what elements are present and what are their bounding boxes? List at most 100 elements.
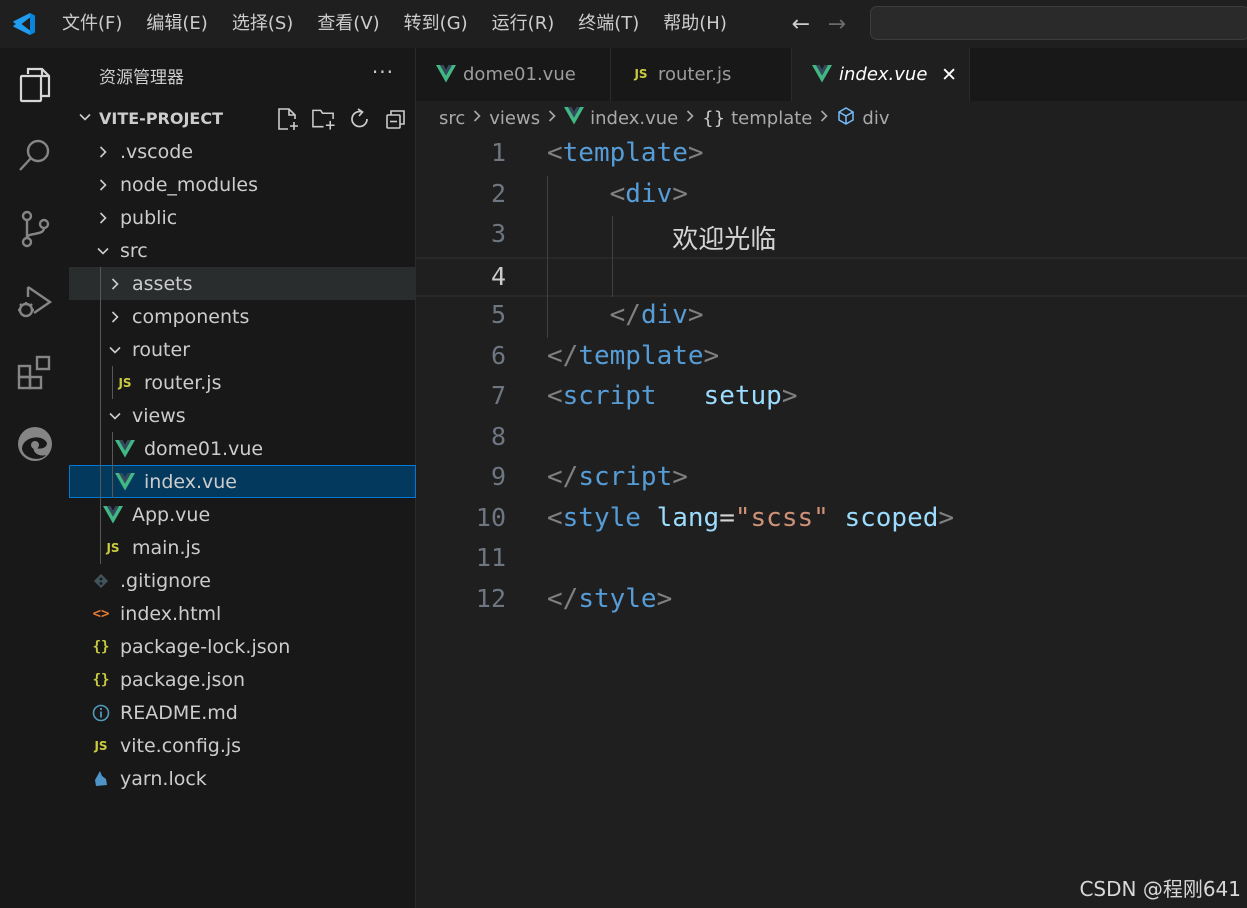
folder-row[interactable]: node_modules	[69, 168, 416, 201]
tab-active[interactable]: index.vue ✕	[792, 48, 970, 101]
tree-item-label: index.vue	[144, 470, 237, 493]
file-row[interactable]: JS router.js	[69, 366, 416, 399]
code-punctuation: <	[609, 178, 626, 209]
code-line[interactable]: 6 </template>	[416, 338, 1247, 379]
file-row[interactable]: App.vue	[69, 498, 416, 531]
line-number: 9	[490, 462, 506, 491]
navigation-arrows: ← →	[789, 12, 849, 37]
folder-row[interactable]: public	[69, 201, 416, 234]
indent-guide	[100, 267, 101, 300]
code-line[interactable]: 9 </script>	[416, 459, 1247, 500]
folder-row[interactable]: src	[69, 234, 416, 267]
code-tag: style	[562, 502, 641, 533]
tree-item-label: main.js	[132, 536, 201, 559]
tree-item-label: router.js	[144, 371, 222, 394]
file-row[interactable]: dome01.vue	[69, 432, 416, 465]
code-punctuation: >	[687, 138, 704, 168]
command-center-search[interactable]	[870, 6, 1247, 40]
breadcrumb-item[interactable]: {} template	[702, 108, 812, 129]
code-editor[interactable]: 1 <template> 2 <div> 3 欢迎光临 4 5 </div> 6 </temp…	[416, 135, 1247, 908]
menu-item[interactable]: 帮助(H)	[651, 0, 739, 48]
breadcrumb-item[interactable]: src	[439, 108, 465, 129]
search-icon[interactable]	[0, 120, 69, 190]
yarn-file-icon	[91, 769, 111, 789]
tree-item-label: assets	[132, 272, 193, 295]
code-line[interactable]: 11	[416, 540, 1247, 581]
line-number: 7	[490, 381, 506, 410]
code-punctuation: <	[547, 381, 563, 411]
project-section-header[interactable]: VITE-PROJECT	[69, 102, 416, 135]
vue-file-icon	[812, 64, 832, 84]
forward-arrow-icon[interactable]: →	[825, 12, 849, 37]
code-content: <script setup>	[547, 381, 797, 411]
breadcrumb-item[interactable]: views	[489, 108, 540, 129]
file-row[interactable]: JS vite.config.js	[69, 729, 416, 762]
code-content: </div>	[547, 300, 704, 330]
file-row[interactable]: index.vue	[69, 465, 416, 498]
code-line[interactable]: 5 </div>	[416, 297, 1247, 338]
code-line[interactable]: 1 <template>	[416, 135, 1247, 176]
chevron-right-icon	[546, 109, 558, 127]
vue-file-icon	[115, 439, 135, 459]
folder-row[interactable]: assets	[69, 267, 416, 300]
indent-guide	[100, 399, 101, 432]
run-debug-icon[interactable]	[0, 267, 69, 337]
new-file-icon[interactable]	[275, 106, 300, 131]
breadcrumb-item[interactable]: index.vue	[564, 106, 678, 130]
code-line[interactable]: 7 <script setup>	[416, 378, 1247, 419]
file-row[interactable]: .gitignore	[69, 564, 416, 597]
menu-item[interactable]: 查看(V)	[305, 0, 391, 48]
close-icon[interactable]: ✕	[941, 64, 957, 86]
code-tag: template	[562, 138, 688, 168]
menu-item[interactable]: 转到(G)	[392, 0, 480, 48]
line-number: 2	[490, 178, 506, 208]
more-actions-icon[interactable]: ···	[372, 60, 394, 84]
chevron-right-icon	[96, 211, 110, 225]
folder-row[interactable]: .vscode	[69, 135, 416, 168]
code-content: </template>	[547, 341, 719, 371]
code-punctuation: >	[656, 583, 673, 614]
breadcrumb-label: div	[862, 107, 890, 129]
file-row[interactable]: JS main.js	[69, 531, 416, 564]
menu-item[interactable]: 文件(F)	[50, 0, 134, 48]
collapse-all-icon[interactable]	[383, 106, 408, 131]
explorer-icon[interactable]	[0, 50, 69, 120]
indent-guide	[100, 432, 101, 465]
code-content: <style lang="scss" scoped>	[547, 503, 954, 533]
code-line[interactable]: 4	[416, 256, 1247, 297]
folder-row[interactable]: router	[69, 333, 416, 366]
tree-item-label: dome01.vue	[144, 437, 264, 460]
code-line[interactable]: 10 <style lang="scss" scoped>	[416, 500, 1247, 541]
code-tag: div	[640, 300, 688, 330]
code-content: 欢迎光临	[547, 219, 776, 256]
extensions-icon[interactable]	[0, 338, 69, 408]
tab[interactable]: JS router.js	[611, 48, 792, 101]
file-row[interactable]: {} package.json	[69, 663, 416, 696]
back-arrow-icon[interactable]: ←	[789, 12, 813, 37]
code-line[interactable]: 3 欢迎光临	[416, 216, 1247, 257]
menu-item[interactable]: 编辑(E)	[134, 0, 219, 48]
breadcrumb-item[interactable]: div	[836, 106, 889, 131]
new-folder-icon[interactable]	[311, 106, 336, 131]
folder-row[interactable]: components	[69, 300, 416, 333]
json-file-icon: {}	[92, 638, 110, 655]
tab[interactable]: dome01.vue	[416, 48, 611, 101]
source-control-icon[interactable]	[0, 194, 69, 264]
menu-item[interactable]: 终端(T)	[566, 0, 651, 48]
file-row[interactable]: {} package-lock.json	[69, 630, 416, 663]
folder-row[interactable]: views	[69, 399, 416, 432]
js-file-icon: JS	[118, 375, 132, 390]
indent-guide	[100, 333, 101, 366]
git-file-icon	[91, 571, 111, 591]
code-line[interactable]: 8	[416, 419, 1247, 460]
file-row[interactable]: README.md	[69, 696, 416, 729]
file-row[interactable]: <> index.html	[69, 597, 416, 630]
menu-item[interactable]: 运行(R)	[480, 0, 567, 48]
refresh-icon[interactable]	[347, 106, 372, 131]
code-line[interactable]: 12 </style>	[416, 581, 1247, 622]
file-row[interactable]: yarn.lock	[69, 762, 416, 795]
tree-item-label: public	[120, 206, 178, 229]
edge-devtools-icon[interactable]	[0, 409, 69, 479]
menu-item[interactable]: 选择(S)	[220, 0, 305, 48]
code-line[interactable]: 2 <div>	[416, 176, 1247, 217]
